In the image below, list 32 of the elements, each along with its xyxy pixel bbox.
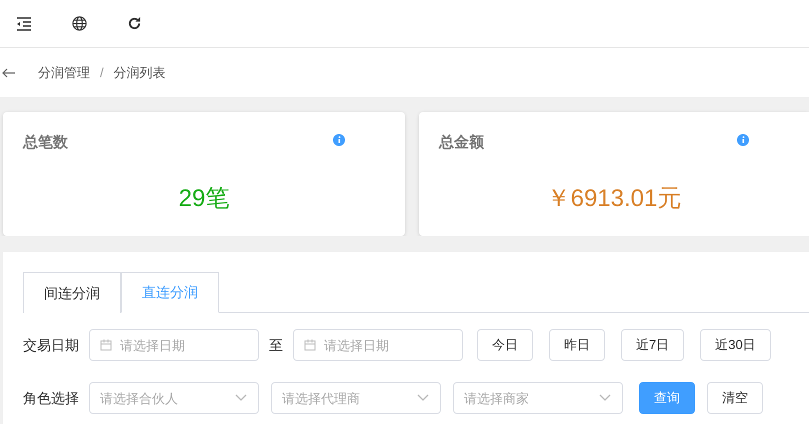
chevron-down-icon bbox=[599, 394, 611, 402]
back-arrow-icon[interactable] bbox=[2, 68, 16, 78]
quick-date-button[interactable]: 昨日 bbox=[549, 329, 605, 361]
stat-title: 总金额 bbox=[439, 133, 484, 153]
info-icon[interactable] bbox=[333, 134, 345, 146]
range-separator: 至 bbox=[269, 336, 283, 354]
tab[interactable]: 间连分润 bbox=[23, 272, 121, 313]
stat-title: 总笔数 bbox=[23, 133, 68, 153]
date-field[interactable]: 请选择日期 bbox=[293, 329, 463, 361]
date-field[interactable]: 请选择日期 bbox=[89, 329, 259, 361]
select-field[interactable]: 请选择商家 bbox=[453, 382, 623, 414]
quick-date-button[interactable]: 近7日 bbox=[621, 329, 684, 361]
breadcrumb-separator: / bbox=[100, 64, 104, 82]
stat-value: ￥6913.01元 bbox=[546, 184, 682, 214]
breadcrumb-link[interactable]: 分润管理 bbox=[38, 62, 90, 82]
info-icon[interactable] bbox=[737, 134, 749, 146]
calendar-icon bbox=[304, 339, 316, 351]
field-label: 交易日期 bbox=[23, 336, 80, 354]
field-label: 角色选择 bbox=[23, 388, 80, 408]
breadcrumb-current: 分润列表 bbox=[114, 64, 166, 82]
chevron-down-icon bbox=[417, 394, 429, 402]
quick-date-button[interactable]: 今日 bbox=[477, 329, 533, 361]
stat-value: 29笔 bbox=[178, 184, 230, 214]
select-field[interactable]: 请选择代理商 bbox=[271, 382, 441, 414]
globe-icon[interactable] bbox=[72, 16, 87, 31]
refresh-icon[interactable] bbox=[127, 16, 142, 31]
chevron-down-icon bbox=[235, 394, 247, 402]
select-field[interactable]: 请选择合伙人 bbox=[89, 382, 259, 414]
menu-icon[interactable] bbox=[16, 16, 32, 30]
clear-button[interactable]: 清空 bbox=[707, 382, 763, 414]
calendar-icon bbox=[100, 339, 112, 351]
quick-date-button[interactable]: 近30日 bbox=[700, 329, 771, 361]
